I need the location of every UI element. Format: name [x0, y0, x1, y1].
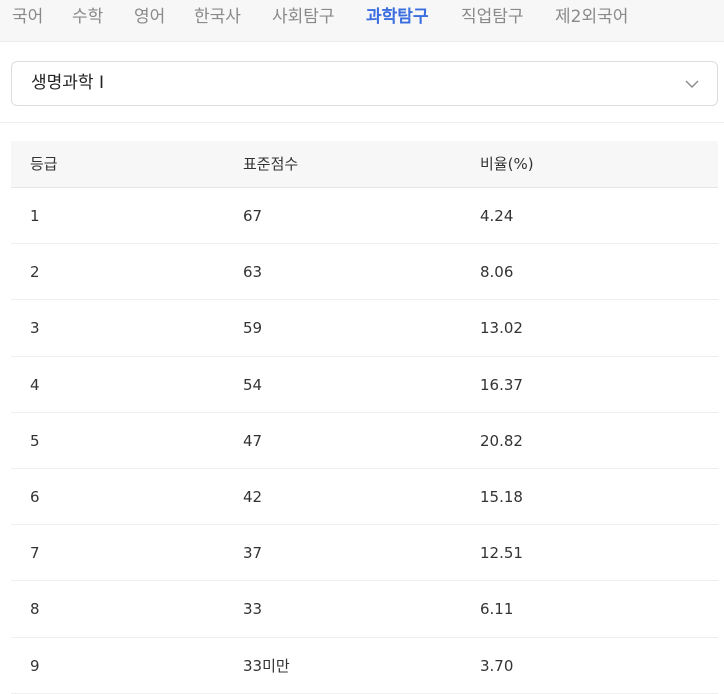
cell-ratio: 15.18 [480, 487, 523, 506]
cell-grade: 6 [30, 487, 40, 506]
table-row: 2 63 8.06 [11, 244, 718, 301]
chevron-down-icon [685, 76, 699, 90]
tab-social-studies[interactable]: 사회탐구 [272, 6, 335, 28]
cell-standard-score: 54 [243, 375, 263, 394]
table-row: 9 33미만 3.70 [11, 638, 718, 694]
cell-grade: 2 [30, 263, 40, 282]
cell-grade: 3 [30, 319, 40, 338]
section-divider [0, 122, 724, 123]
cell-standard-score: 42 [243, 487, 263, 506]
cell-standard-score: 47 [243, 431, 263, 450]
subject-select-value: 생명과학 I [31, 73, 104, 93]
cell-standard-score: 37 [243, 544, 263, 563]
cell-standard-score: 67 [243, 207, 263, 225]
table-row: 1 67 4.24 [11, 188, 718, 245]
cell-standard-score: 59 [243, 319, 263, 338]
tab-math[interactable]: 수학 [72, 6, 103, 28]
table-row: 8 33 6.11 [11, 581, 718, 638]
cell-ratio: 6.11 [480, 600, 514, 619]
cell-grade: 8 [30, 600, 40, 619]
cell-standard-score: 33미만 [243, 656, 290, 675]
cell-ratio: 8.06 [480, 263, 514, 282]
cell-grade: 7 [30, 544, 40, 563]
cell-standard-score: 33 [243, 600, 263, 619]
tab-vocational[interactable]: 직업탐구 [461, 6, 524, 28]
cell-grade: 9 [30, 656, 40, 675]
subject-select[interactable]: 생명과학 I [11, 61, 718, 106]
cell-ratio: 13.02 [480, 319, 523, 338]
table-row: 6 42 15.18 [11, 469, 718, 526]
cell-ratio: 12.51 [480, 544, 523, 563]
subject-tab-bar: 국어 수학 영어 한국사 사회탐구 과학탐구 직업탐구 제2외국어 [0, 0, 724, 42]
cell-grade: 5 [30, 431, 40, 450]
header-ratio: 비율(%) [480, 155, 534, 173]
tab-second-foreign-language[interactable]: 제2외국어 [555, 6, 628, 28]
table-row: 3 59 13.02 [11, 300, 718, 357]
grade-cut-table: 등급 표준점수 비율(%) 1 67 4.24 2 63 8.06 3 59 1… [11, 141, 718, 694]
table-row: 7 37 12.51 [11, 525, 718, 582]
tab-korean[interactable]: 국어 [12, 6, 43, 28]
cell-grade: 4 [30, 375, 40, 394]
cell-ratio: 20.82 [480, 431, 523, 450]
table-row: 5 47 20.82 [11, 413, 718, 469]
table-row: 4 54 16.37 [11, 357, 718, 413]
cell-ratio: 16.37 [480, 375, 523, 394]
header-grade: 등급 [30, 155, 58, 173]
tab-science[interactable]: 과학탐구 [366, 6, 429, 28]
cell-ratio: 3.70 [480, 656, 514, 675]
table-header: 등급 표준점수 비율(%) [11, 141, 718, 188]
tab-english[interactable]: 영어 [134, 6, 165, 28]
cell-ratio: 4.24 [480, 207, 514, 225]
cell-standard-score: 63 [243, 263, 263, 282]
cell-grade: 1 [30, 207, 40, 225]
tab-korean-history[interactable]: 한국사 [194, 6, 241, 28]
header-standard-score: 표준점수 [243, 155, 299, 173]
